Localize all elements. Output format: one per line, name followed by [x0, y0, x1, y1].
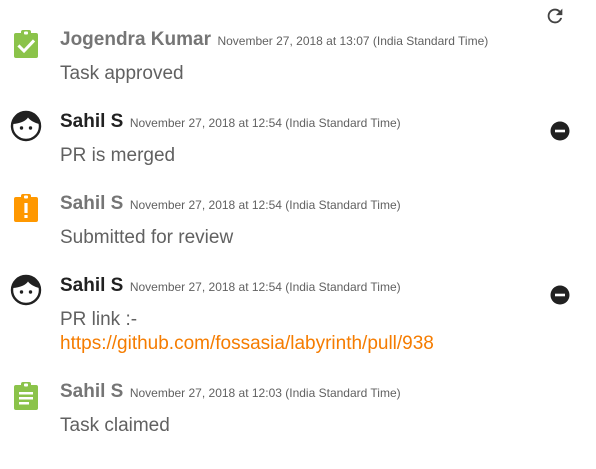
refresh-icon: [547, 8, 563, 24]
author-name: Sahil S: [60, 111, 124, 132]
author-name: Sahil S: [60, 193, 124, 214]
author-name: Sahil S: [60, 381, 124, 402]
entry-message: PR link :- https://github.com/fossasia/l…: [60, 308, 434, 356]
message-text: Task claimed: [60, 415, 170, 436]
timestamp: November 27, 2018 at 12:03 (India Standa…: [129, 386, 401, 400]
entry-header: Sahil S November 27, 2018 at 12:54 (Indi…: [60, 110, 401, 135]
timestamp: November 27, 2018 at 12:54 (India Standa…: [129, 280, 401, 294]
refresh-button[interactable]: [544, 5, 566, 27]
remove-comment-button[interactable]: [550, 285, 570, 305]
timestamp: November 27, 2018 at 13:07 (India Standa…: [217, 34, 489, 48]
timestamp: November 27, 2018 at 12:54 (India Standa…: [129, 116, 401, 130]
user-avatar-icon: [10, 110, 42, 142]
pr-link[interactable]: https://github.com/fossasia/labyrinth/pu…: [60, 333, 434, 354]
entry-message: Task claimed: [60, 414, 170, 438]
author-name: Jogendra Kumar: [60, 29, 211, 50]
entry-message: PR is merged: [60, 144, 175, 168]
message-text: PR link :-: [60, 309, 138, 330]
entry-message: Task approved: [60, 62, 184, 86]
entry-header: Sahil S November 27, 2018 at 12:03 (Indi…: [60, 380, 401, 405]
entry-header: Sahil S November 27, 2018 at 12:54 (Indi…: [60, 274, 401, 299]
approved-clipboard-icon: [10, 28, 42, 60]
claimed-clipboard-icon: [10, 380, 42, 412]
message-text: PR is merged: [60, 145, 176, 166]
remove-circle-icon: [550, 121, 570, 141]
entry-header: Sahil S November 27, 2018 at 12:54 (Indi…: [60, 192, 401, 217]
user-avatar-icon: [10, 274, 42, 306]
message-text: Task approved: [60, 63, 184, 84]
review-clipboard-icon: [10, 192, 42, 224]
remove-comment-button[interactable]: [550, 121, 570, 141]
timestamp: November 27, 2018 at 12:54 (India Standa…: [129, 198, 401, 212]
message-text: Submitted for review: [60, 227, 234, 248]
entry-header: Jogendra Kumar November 27, 2018 at 13:0…: [60, 28, 488, 53]
author-name: Sahil S: [60, 275, 124, 296]
remove-circle-icon: [550, 285, 570, 305]
entry-message: Submitted for review: [60, 226, 233, 250]
